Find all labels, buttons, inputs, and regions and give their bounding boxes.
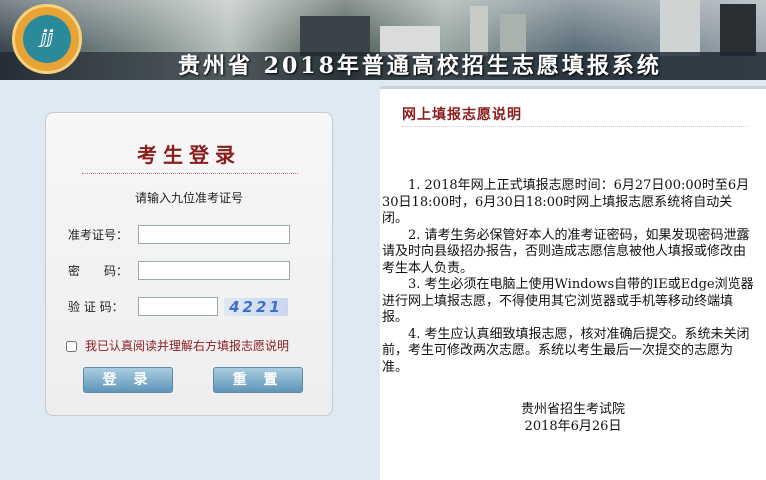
ticket-row: 准考证号：	[68, 225, 290, 244]
header-banner: ⅉⅉ 贵州省 2018年普通高校招生志愿填报系统	[0, 0, 766, 80]
notice-item: 4. 考生应认真细致填报志愿，核对准确后提交。系统未关闭前，考生可修改两次志愿。…	[382, 326, 750, 375]
captcha-label: 验 证 码：	[68, 300, 124, 314]
captcha-row: 验 证 码： 4221	[68, 297, 288, 316]
password-label: 密 码：	[68, 264, 129, 278]
agree-label: 我已认真阅读并理解右方填报志愿说明	[85, 339, 290, 353]
ticket-number-input[interactable]	[138, 225, 290, 244]
password-row: 密 码：	[68, 261, 290, 280]
notice-date: 2018年6月26日	[524, 419, 622, 434]
notice-top-border	[380, 86, 766, 89]
reset-button[interactable]: 重 置	[213, 367, 303, 393]
site-logo: ⅉⅉ	[12, 4, 82, 74]
logo-glyph: ⅉⅉ	[40, 27, 54, 48]
page-title: 贵州省 2018年普通高校招生志愿填报系统	[178, 53, 662, 79]
notice-item: 2. 请考生务必保管好本人的准考证密码，如果发现密码泄露请及时向县级招办报告，否…	[382, 227, 750, 276]
logo-emblem-icon: ⅉⅉ	[23, 15, 71, 63]
notice-title: 网上填报志愿说明	[402, 107, 522, 123]
notice-panel: 网上填报志愿说明 1. 2018年网上正式填报志愿时间：6月27日00:00时至…	[380, 86, 766, 480]
password-input[interactable]	[138, 261, 290, 280]
captcha-image[interactable]: 4221	[224, 297, 288, 316]
login-button[interactable]: 登 录	[83, 367, 173, 393]
notice-body: 1. 2018年网上正式填报志愿时间：6月27日00:00时至6月30日18:0…	[382, 178, 754, 376]
captcha-input[interactable]	[138, 297, 218, 316]
notice-item: 1. 2018年网上正式填报志愿时间：6月27日00:00时至6月30日18:0…	[382, 178, 750, 226]
login-divider	[82, 173, 298, 174]
ticket-label: 准考证号：	[68, 228, 129, 242]
banner-pagoda	[720, 4, 756, 56]
agree-checkbox[interactable]	[66, 341, 77, 352]
agree-checkbox-row[interactable]: 我已认真阅读并理解右方填报志愿说明	[66, 337, 289, 354]
login-hint: 请输入九位准考证号	[134, 191, 243, 205]
notice-item: 3. 考生必须在电脑上使用Windows自带的IE或Edge浏览器进行网上填报志…	[382, 277, 754, 325]
login-panel: 考生登录 请输入九位准考证号 准考证号： 密 码： 验 证 码： 4221 我已认…	[45, 112, 333, 416]
notice-divider	[402, 126, 748, 127]
banner-building	[660, 0, 700, 56]
login-title: 考生登录	[137, 143, 241, 167]
